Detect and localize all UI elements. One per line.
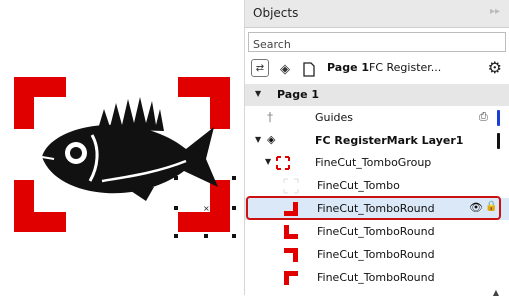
tombo-round-top-left-icon <box>284 271 298 285</box>
layer-icon: ◈ <box>267 133 276 146</box>
printer-icon[interactable]: ⎙ <box>479 110 495 126</box>
selection-handle[interactable] <box>232 206 236 210</box>
selection-handle[interactable] <box>174 176 178 180</box>
item-label: FineCut_TomboRound <box>317 225 435 238</box>
scrollbar-up-arrow[interactable]: ▲ <box>493 288 499 297</box>
page-row-label: Page 1 <box>277 88 320 101</box>
layer-color-bar <box>497 133 500 149</box>
gear-icon[interactable]: ⚙ <box>488 58 502 77</box>
center-marker: × <box>203 204 210 213</box>
register-mark-top-left-v[interactable] <box>14 77 34 129</box>
double-chevron-right-icon[interactable]: ▸▸ <box>490 6 500 17</box>
selection-handle[interactable] <box>174 234 178 238</box>
layers-icon[interactable]: ◈ <box>275 59 295 79</box>
tombo-round-top-right-icon <box>284 248 298 262</box>
drawing-canvas[interactable]: × <box>0 0 243 295</box>
selection-handle[interactable] <box>232 234 236 238</box>
panel-titlebar: Objects ▸▸ <box>245 0 509 28</box>
item-label: FineCut_Tombo <box>317 179 400 192</box>
selection-handle[interactable] <box>204 234 208 238</box>
group-label: FineCut_TomboGroup <box>315 156 432 169</box>
current-page-label: Page 1 <box>327 61 370 74</box>
tombo-round-bottom-left-icon <box>284 225 298 239</box>
expand-arrow-icon[interactable]: ▼ <box>255 135 261 144</box>
panel-title: Objects <box>253 6 299 20</box>
selection-handle[interactable] <box>204 176 208 180</box>
objects-toolbar: ⇄ ◈ Page 1 FC Register... ⚙ <box>245 56 509 82</box>
page-icon[interactable] <box>299 59 319 79</box>
search-box[interactable] <box>248 32 506 54</box>
search-input[interactable] <box>249 35 505 54</box>
group-icon <box>276 156 290 170</box>
guides-color-bar <box>497 110 500 126</box>
tree-row-page[interactable]: ▼ Page 1 <box>245 84 509 106</box>
item-label: FineCut_TomboRound <box>317 248 435 261</box>
item-label: FineCut_TomboRound <box>317 271 435 284</box>
tree-row-layer[interactable]: ▼ ◈ FC RegisterMark Layer1 <box>245 130 509 152</box>
tree-row-item[interactable]: FineCut_Tombo <box>245 175 509 197</box>
objects-panel: Objects ▸▸ ⇄ ◈ Page 1 FC Register... ⚙ ▼… <box>244 0 509 297</box>
tree-row-item[interactable]: FineCut_TomboRound <box>245 221 509 243</box>
selection-handle[interactable] <box>174 206 178 210</box>
guides-icon: † <box>267 110 273 124</box>
highlight-frame <box>246 196 501 220</box>
tree-row-group[interactable]: ▼ FineCut_TomboGroup <box>245 152 509 174</box>
tree-row-guides[interactable]: † Guides ⎙ <box>245 107 509 129</box>
tombo-thumbnail-icon <box>283 178 299 194</box>
view-options-icon[interactable]: ⇄ <box>251 59 269 77</box>
expand-arrow-icon[interactable]: ▼ <box>255 89 261 98</box>
tree-row-item[interactable]: FineCut_TomboRound <box>245 244 509 266</box>
layer-label: FC RegisterMark Layer1 <box>315 134 464 147</box>
expand-arrow-icon[interactable]: ▼ <box>265 157 271 166</box>
guides-label: Guides <box>315 111 354 124</box>
register-mark-bottom-left-v[interactable] <box>14 180 34 232</box>
selection-handle[interactable] <box>232 176 236 180</box>
current-layer-label: FC Register... <box>369 61 442 74</box>
tree-row-item[interactable]: FineCut_TomboRound <box>245 267 509 289</box>
fish-icon[interactable] <box>36 97 222 203</box>
